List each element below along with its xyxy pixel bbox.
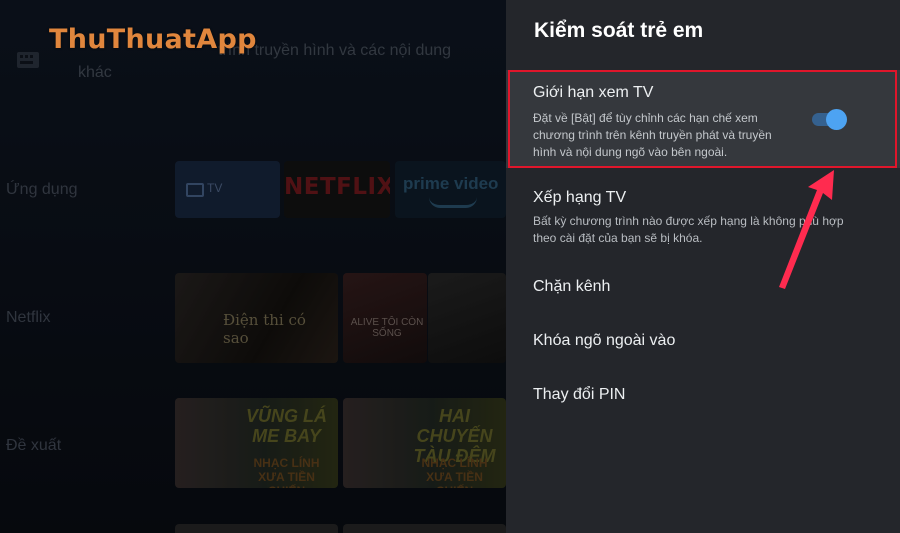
poster-title: ALIVE TÔI CÒN SỐNG xyxy=(350,317,424,339)
netflix-poster[interactable] xyxy=(428,273,506,363)
app-tile-netflix[interactable]: NETFLIX xyxy=(284,161,390,218)
menu-item-label: Chặn kênh xyxy=(533,278,611,295)
app-tile-tv[interactable]: TV xyxy=(175,161,280,218)
row-label-netflix: Netflix xyxy=(6,309,51,326)
app-tile-prime-video[interactable]: prime video xyxy=(395,161,506,218)
video-subtitle: NHẠC LÍNH XƯA TIỀN CHIẾN xyxy=(253,456,320,488)
menu-item-label: Xếp hạng TV xyxy=(533,189,627,206)
netflix-poster[interactable]: ALIVE TÔI CÒN SỐNG xyxy=(343,273,427,363)
prime-smile-icon xyxy=(429,197,477,208)
annotation-highlight-box xyxy=(508,70,897,168)
netflix-poster[interactable]: Điện thi có sao xyxy=(175,273,338,363)
suggested-video[interactable]: VŨNG LÁ ME BAY NHẠC LÍNH XƯA TIỀN CHIẾN xyxy=(175,398,338,488)
app-tile-tv-label: TV xyxy=(207,181,223,195)
panel-title: Kiểm soát trẻ em xyxy=(534,19,704,42)
row-label-suggested: Đề xuất xyxy=(6,437,62,454)
menu-item-label: Thay đổi PIN xyxy=(533,386,626,403)
video-subtitle: NHẠC LÍNH XƯA TIỀN CHIẾN xyxy=(421,456,488,488)
tv-icon xyxy=(186,183,204,197)
menu-item-tv-ratings[interactable]: Xếp hạng TV Bất kỳ chương trình nào được… xyxy=(506,178,900,250)
video-title: VŨNG LÁ ME BAY xyxy=(246,406,327,446)
menu-item-block-channels[interactable]: Chặn kênh xyxy=(506,265,900,309)
netflix-logo: NETFLIX xyxy=(284,174,390,200)
menu-item-change-pin[interactable]: Thay đổi PIN xyxy=(506,373,900,417)
menu-item-label: Khóa ngõ ngoài vào xyxy=(533,332,676,349)
suggested-video[interactable] xyxy=(175,524,338,533)
keyboard-icon xyxy=(17,52,39,68)
suggested-video[interactable]: HAI CHUYẾN TÀU ĐÊM NHẠC LÍNH XƯA TIỀN CH… xyxy=(343,398,506,488)
home-screen-background: trình truyền hình và các nội dung khác Ứ… xyxy=(0,0,506,533)
poster-title: Điện thi có sao xyxy=(223,311,306,347)
row-label-apps: Ứng dụng xyxy=(6,181,78,198)
suggested-video[interactable] xyxy=(343,524,506,533)
menu-item-input-lock[interactable]: Khóa ngõ ngoài vào xyxy=(506,319,900,363)
menu-item-description: Bất kỳ chương trình nào được xếp hạng là… xyxy=(533,214,844,245)
background-notice-line2: khác xyxy=(78,64,112,81)
watermark-logo: ThuThuatApp xyxy=(49,24,257,55)
prime-video-logo: prime video xyxy=(403,174,499,193)
